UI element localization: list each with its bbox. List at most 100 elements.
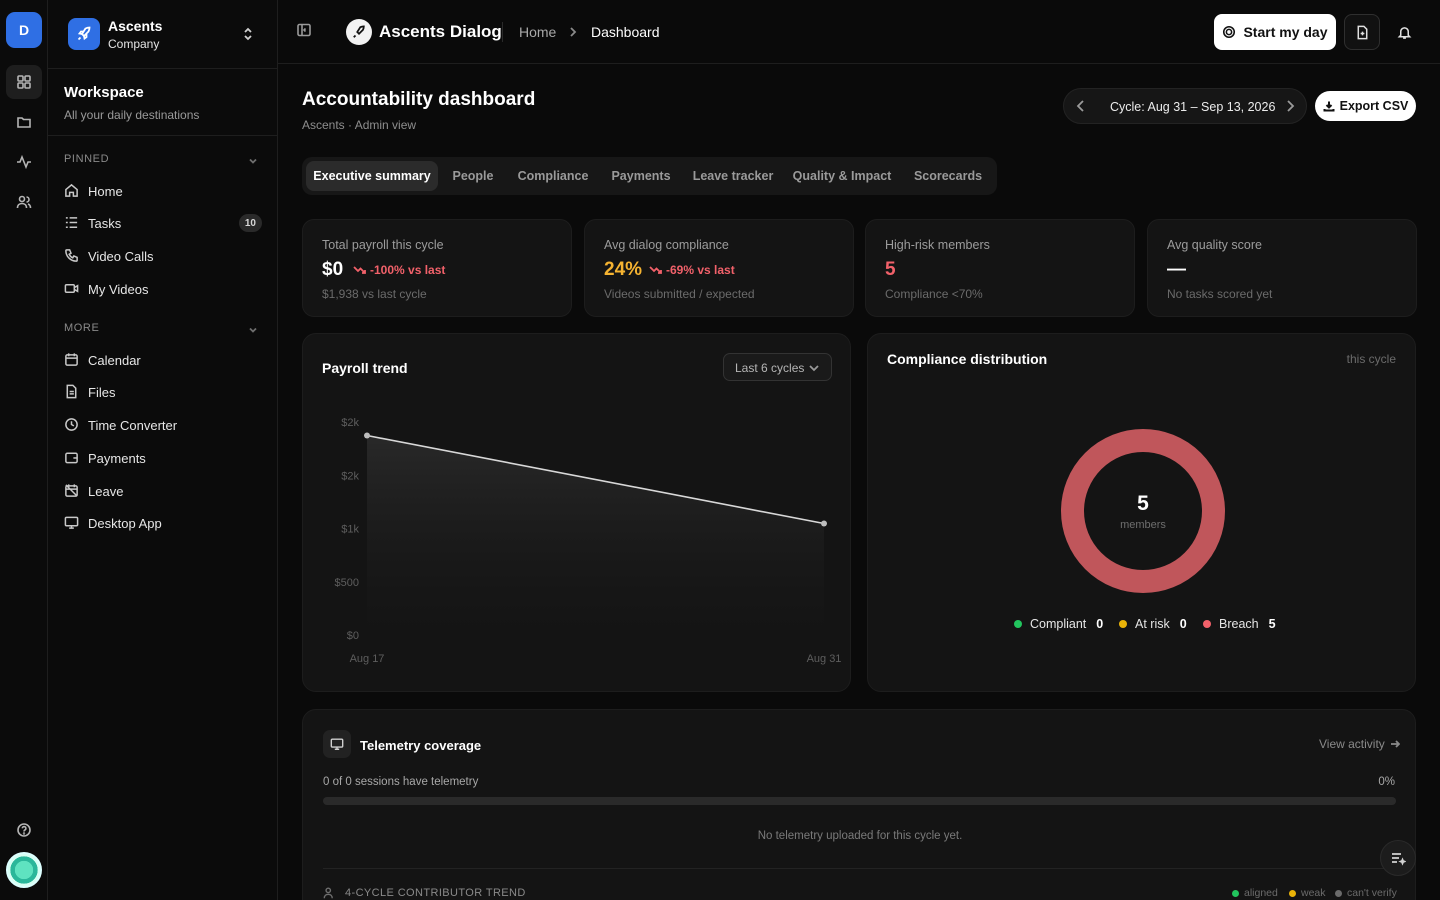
assistant-button[interactable]: [1380, 840, 1416, 876]
sidebar-item-label: Tasks: [88, 216, 122, 231]
export-csv-button[interactable]: Export CSV: [1315, 91, 1416, 121]
stat-label: Avg quality score: [1167, 238, 1262, 252]
payroll-point[interactable]: [821, 520, 827, 527]
chevrons-up-down-icon[interactable]: [238, 24, 258, 44]
tasks-icon: [64, 215, 80, 231]
legend-dot: [1335, 889, 1342, 897]
x-tick-label: Aug 31: [807, 653, 842, 665]
y-tick-label: $0: [347, 630, 359, 642]
compliance-donut: 5 members: [1061, 429, 1225, 593]
legend-dot: [1289, 889, 1296, 897]
y-tick-label: $500: [335, 577, 359, 589]
activity-icon[interactable]: [6, 145, 42, 179]
sidebar-item-files[interactable]: Files: [56, 377, 270, 407]
breadcrumb-home[interactable]: Home: [519, 24, 556, 40]
top-bar: Ascents Dialog Home Dashboard Start my d…: [278, 0, 1440, 64]
bell-icon[interactable]: [1394, 22, 1414, 42]
chevron-down-icon[interactable]: [248, 153, 262, 167]
sidebar-toggle-icon[interactable]: [296, 22, 316, 42]
folder-icon[interactable]: [6, 105, 42, 139]
list-sparkle-icon: [1392, 853, 1406, 866]
sidebar-item-my-videos[interactable]: My Videos: [56, 274, 270, 304]
phone-icon: [64, 248, 80, 264]
stat-delta: -100% vs last: [353, 263, 445, 277]
tab-payments[interactable]: Payments: [602, 161, 680, 191]
calendar-icon: [64, 352, 80, 368]
legend-label: aligned: [1244, 887, 1278, 899]
tab-compliance[interactable]: Compliance: [508, 161, 598, 191]
y-tick-label: $2k: [341, 417, 359, 429]
payroll-area: [367, 435, 824, 639]
tab-executive-summary[interactable]: Executive summary: [306, 161, 438, 191]
topbar-divider: [502, 22, 503, 42]
stat-foot: Videos submitted / expected: [604, 287, 755, 301]
org-switcher[interactable]: Ascents Company: [48, 0, 277, 69]
sidebar-item-time-converter[interactable]: Time Converter: [56, 410, 270, 440]
y-tick-label: $1k: [341, 524, 359, 536]
workspace-header: Workspace All your daily destinations: [48, 70, 277, 136]
trend-legend-aligned: aligned: [1232, 887, 1278, 899]
tab-people[interactable]: People: [442, 161, 504, 191]
sidebar-item-calendar[interactable]: Calendar: [56, 345, 270, 375]
sidebar-item-payments[interactable]: Payments: [56, 443, 270, 473]
workspace-avatar[interactable]: D: [6, 12, 42, 48]
app-rail: D: [0, 0, 48, 900]
cycle-label: Cycle: Aug 31 – Sep 13, 2026: [1110, 100, 1276, 114]
chevron-right-icon[interactable]: [1285, 99, 1299, 113]
monitor-icon: [323, 730, 351, 758]
clock-icon: [64, 417, 80, 433]
report-button[interactable]: [1344, 14, 1380, 50]
user-avatar[interactable]: [6, 852, 42, 888]
sidebar-item-home[interactable]: Home: [56, 176, 270, 206]
app-logo-icon: [346, 19, 372, 45]
sidebar-item-label: Time Converter: [88, 418, 178, 433]
sidebar-item-desktop-app[interactable]: Desktop App: [56, 508, 270, 538]
stat-delta-text: -100% vs last: [370, 263, 446, 277]
legend-label: can't verify: [1347, 887, 1397, 899]
stat-label: High-risk members: [885, 238, 990, 252]
stat-card-compliance: Avg dialog compliance 24% -69% vs last V…: [584, 219, 854, 317]
users-icon[interactable]: [6, 185, 42, 219]
legend-count: 5: [1268, 617, 1276, 631]
legend-breach: Breach 5: [1203, 617, 1276, 631]
stat-value: $0: [322, 259, 344, 280]
stat-value: 24%: [604, 259, 643, 280]
app-name: Ascents Dialog: [379, 22, 502, 41]
sidebar-item-label: My Videos: [88, 282, 149, 297]
stat-label: Total payroll this cycle: [322, 238, 444, 252]
view-activity-link[interactable]: View activity: [1319, 737, 1400, 751]
payroll-point[interactable]: [364, 432, 370, 439]
telemetry-empty: No telemetry uploaded for this cycle yet…: [757, 830, 963, 842]
start-my-day-button[interactable]: Start my day: [1214, 14, 1336, 50]
sidebar-item-leave[interactable]: Leave: [56, 476, 270, 506]
chevron-left-icon[interactable]: [1076, 99, 1090, 113]
export-csv-label: Export CSV: [1339, 99, 1409, 113]
stat-value: 5: [885, 259, 896, 280]
legend-label: Compliant: [1030, 617, 1087, 631]
sidebar-item-label: Home: [88, 184, 123, 199]
tab-scorecards[interactable]: Scorecards: [902, 161, 994, 191]
donut-total-label: members: [1120, 519, 1166, 531]
breadcrumb-current: Dashboard: [591, 24, 660, 40]
contributor-trend-header: 4-CYCLE CONTRIBUTOR TREND: [323, 886, 526, 900]
chevron-down-icon[interactable]: [248, 322, 262, 336]
tab-leave-tracker[interactable]: Leave tracker: [684, 161, 782, 191]
trend-legend-cant-verify: can't verify: [1335, 887, 1397, 899]
page-title: Accountability dashboard: [302, 89, 536, 110]
stat-delta: -69% vs last: [649, 263, 735, 277]
grid-icon[interactable]: [6, 65, 42, 99]
workspace-subtitle: All your daily destinations: [64, 108, 200, 122]
home-icon: [64, 183, 80, 199]
sidebar-item-video-calls[interactable]: Video Calls: [56, 241, 270, 271]
stat-card-high-risk: High-risk members 5 Compliance <70%: [865, 219, 1135, 317]
donut-total: 5: [1137, 492, 1149, 515]
sidebar-item-tasks[interactable]: Tasks 10: [56, 208, 270, 238]
file-icon: [64, 384, 80, 400]
legend-dot: [1119, 620, 1127, 628]
telemetry-sessions: 0 of 0 sessions have telemetry: [323, 776, 479, 788]
telemetry-percent: 0%: [1378, 776, 1395, 788]
help-icon[interactable]: [6, 813, 42, 847]
users-icon: [323, 887, 333, 899]
legend-dot: [1203, 620, 1211, 628]
tab-quality-impact[interactable]: Quality & Impact: [786, 161, 898, 191]
